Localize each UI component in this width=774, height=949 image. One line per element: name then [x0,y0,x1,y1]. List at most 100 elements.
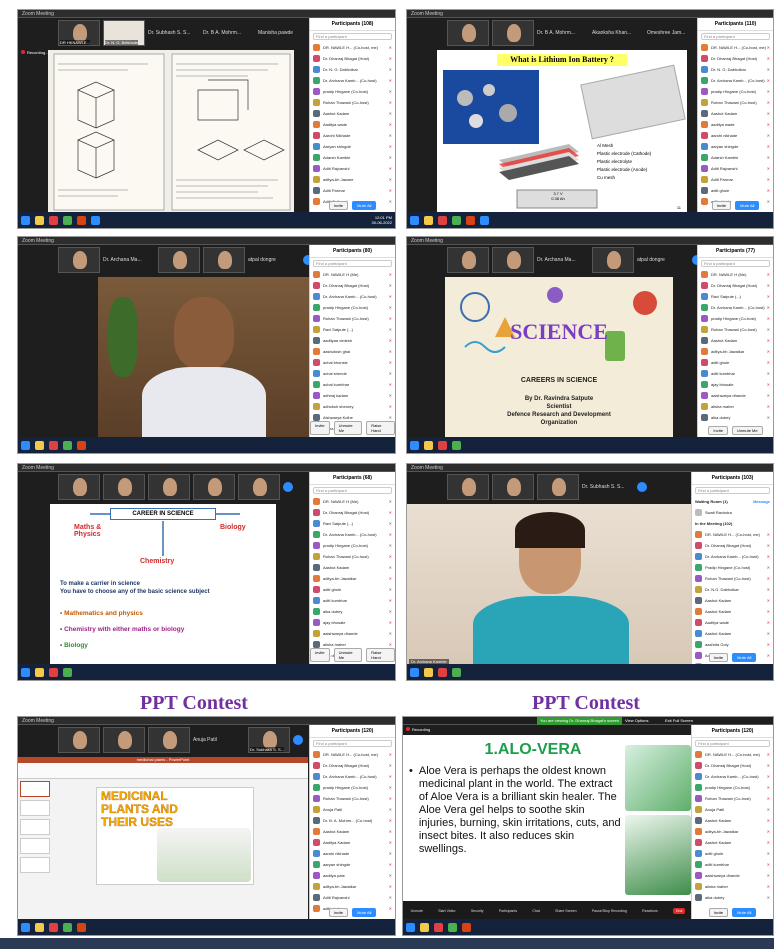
video-thumb[interactable] [58,474,100,500]
participant-row[interactable]: Dr. Archana Kamb... (Co-host) ✕ [310,75,395,86]
participant-row[interactable]: aaishwarya dhande ✕ [692,870,773,881]
participant-row[interactable]: aditya-bh Jawalkar ✕ [310,881,395,892]
participant-row[interactable]: alka dubey ✕ [310,606,395,617]
participant-search-input[interactable]: Find a participant [701,260,770,267]
participant-row[interactable]: Dr. N. G. Dabholkar ✕ [310,64,395,75]
participant-row[interactable]: Ravi Satpute (...) ✕ [698,291,773,302]
participant-row[interactable]: DR. NAWLE H... (Co-host, me) ✕ [698,42,773,53]
invite-button[interactable]: Invite [708,653,729,662]
mute-all-button[interactable]: Mute All [732,653,757,662]
participant-row[interactable]: pradip Hingane (Co-host) ✕ [698,86,773,97]
participant-row[interactable]: Aarohi Nikhade ✕ [310,130,395,141]
start-icon[interactable] [406,922,415,932]
video-thumb[interactable] [158,247,200,273]
participant-row[interactable]: aarohi nikhade ✕ [698,130,773,141]
start-icon[interactable] [410,440,419,450]
participant-row[interactable]: ajay bhosale ✕ [698,379,773,390]
participant-row[interactable]: DR. NAWLE H... (Co-host, me) ✕ [692,529,773,540]
participant-row[interactable]: Rohan Thawani (Co-host) ✕ [310,313,395,324]
video-thumb[interactable] [492,20,534,46]
chrome-icon[interactable] [63,440,72,450]
powerpoint-icon[interactable] [77,440,86,450]
start-icon[interactable] [21,440,30,450]
participant-row[interactable]: Rohan Thawani (Co-host) ✕ [698,97,773,108]
video-thumb[interactable]: Dr. Subhash S. S... [248,727,290,753]
participant-row[interactable]: pradip Hingane (Co-host) ✕ [692,782,773,793]
participant-row[interactable]: Aashut Kadam ✕ [692,837,773,848]
toolbar-button[interactable]: Unmute [411,909,423,913]
participant-row[interactable]: Dr. Archana Kamb... (Co-host) ✕ [692,551,773,562]
participant-row[interactable]: aditi kumbhar ✕ [698,368,773,379]
browser-icon[interactable] [438,440,447,450]
participant-row[interactable]: aditi ghule ✕ [310,584,395,595]
participant-row[interactable]: Dr. Dhanraj Bhagat (Host) ✕ [310,280,395,291]
chrome-icon[interactable] [452,667,461,677]
participant-row[interactable]: Aashut Kadam ✕ [692,595,773,606]
message-button[interactable]: Message [753,499,770,504]
participant-row[interactable]: Anuja Patil ✕ [692,804,773,815]
participant-row[interactable]: Dr. Dhanraj Bhagat (Host) ✕ [692,540,773,551]
participant-row[interactable]: aditi kumbhar ✕ [692,859,773,870]
folder-icon[interactable] [424,215,433,225]
invite-button[interactable]: Invite [708,908,729,917]
start-icon[interactable] [410,215,419,225]
participant-search-input[interactable]: Find a participant [313,740,392,747]
participant-row[interactable]: pradip Hingane (Co-host) ✕ [310,782,395,793]
participant-search-input[interactable]: Find a participant [695,487,770,494]
start-icon[interactable] [21,215,30,225]
powerpoint-icon[interactable] [77,922,86,932]
participant-search-input[interactable]: Find a participant [695,740,770,747]
toolbar-button[interactable]: End [673,908,686,914]
participant-row[interactable]: Dr. Archana Kamb... (Co-host) ✕ [692,771,773,782]
raise-hand-button[interactable]: Raise Hand [366,421,395,435]
invite-button[interactable]: Invite [708,426,728,435]
video-thumb[interactable] [103,727,145,753]
browser-icon[interactable] [49,215,58,225]
participant-row[interactable]: aaishwarya dhande ✕ [310,628,395,639]
video-thumb[interactable] [592,247,634,273]
participant-row[interactable]: Aashut Kadam ✕ [698,335,773,346]
participant-row[interactable]: aashrita Goly ✕ [692,639,773,650]
start-icon[interactable] [21,667,30,677]
video-thumb[interactable]: Dr. N. G. Belkhode [103,20,145,46]
participant-row[interactable]: pradip Hingane (Co-host) ✕ [698,313,773,324]
participant-row[interactable]: aditi ghule ✕ [698,357,773,368]
participant-row[interactable]: DR. NAWLE H (Me) ✕ [310,496,395,507]
participant-row[interactable]: Anuja Patil ✕ [310,804,395,815]
participant-row[interactable]: Dr. Archana Kamb... (Co-host) ✕ [698,75,773,86]
participant-row[interactable]: aaryan shingde ✕ [698,141,773,152]
participant-row[interactable]: aditi ghule ✕ [698,185,773,196]
participant-row[interactable]: aarohi nikhade ✕ [310,848,395,859]
start-icon[interactable] [410,667,419,677]
participant-row[interactable]: Pradip Hingane (Co-host) ✕ [692,562,773,573]
toolbar-button[interactable]: Share Screen [555,909,576,913]
next-page-icon[interactable] [637,482,647,492]
participant-row[interactable]: Dr. B. A. Mohrm... (Co-host) ✕ [310,815,395,826]
powerpoint-icon[interactable] [77,215,86,225]
participant-row[interactable]: aashutosh ghai ✕ [310,346,395,357]
participant-row[interactable]: achal bhonsle ✕ [310,357,395,368]
participant-row[interactable]: Aditi Rajvanshi ✕ [310,163,395,174]
unmute-me-button[interactable]: Unmute Me [731,426,763,435]
participant-row[interactable]: Aashut Kadam ✕ [310,108,395,119]
video-thumb[interactable] [447,20,489,46]
browser-icon[interactable] [434,922,443,932]
participant-row[interactable]: DR. NAWLE H (Me) ✕ [698,269,773,280]
browser-icon[interactable] [438,215,447,225]
participant-row[interactable]: aditya-bh Jawalkar ✕ [310,573,395,584]
participant-row[interactable]: aaryan shingde ✕ [310,859,395,870]
participant-row[interactable]: Rohan Thawani (Co-host) ✕ [698,324,773,335]
mute-all-button[interactable]: Mute All [352,908,377,917]
participant-row[interactable]: Adarsh Kamble ✕ [310,152,395,163]
participant-row[interactable]: aaditya pate ✕ [310,870,395,881]
participant-row[interactable]: pradip Hingane (Co-host) ✕ [310,302,395,313]
video-thumb[interactable] [58,727,100,753]
video-thumb[interactable] [103,474,145,500]
participant-row[interactable]: DR. NAWLE H... (Co-host, me) ✕ [310,42,395,53]
participant-row[interactable]: Ravi Satpute (...) ✕ [310,518,395,529]
folder-icon[interactable] [35,922,44,932]
participant-row[interactable]: Dr. Archana Kamb... (Co-host) ✕ [310,771,395,782]
participant-search-input[interactable]: Find a participant [313,487,392,494]
participant-row[interactable]: Rohan Thawani (Co-host) ✕ [310,793,395,804]
view-options-button[interactable]: View Options [625,717,649,725]
